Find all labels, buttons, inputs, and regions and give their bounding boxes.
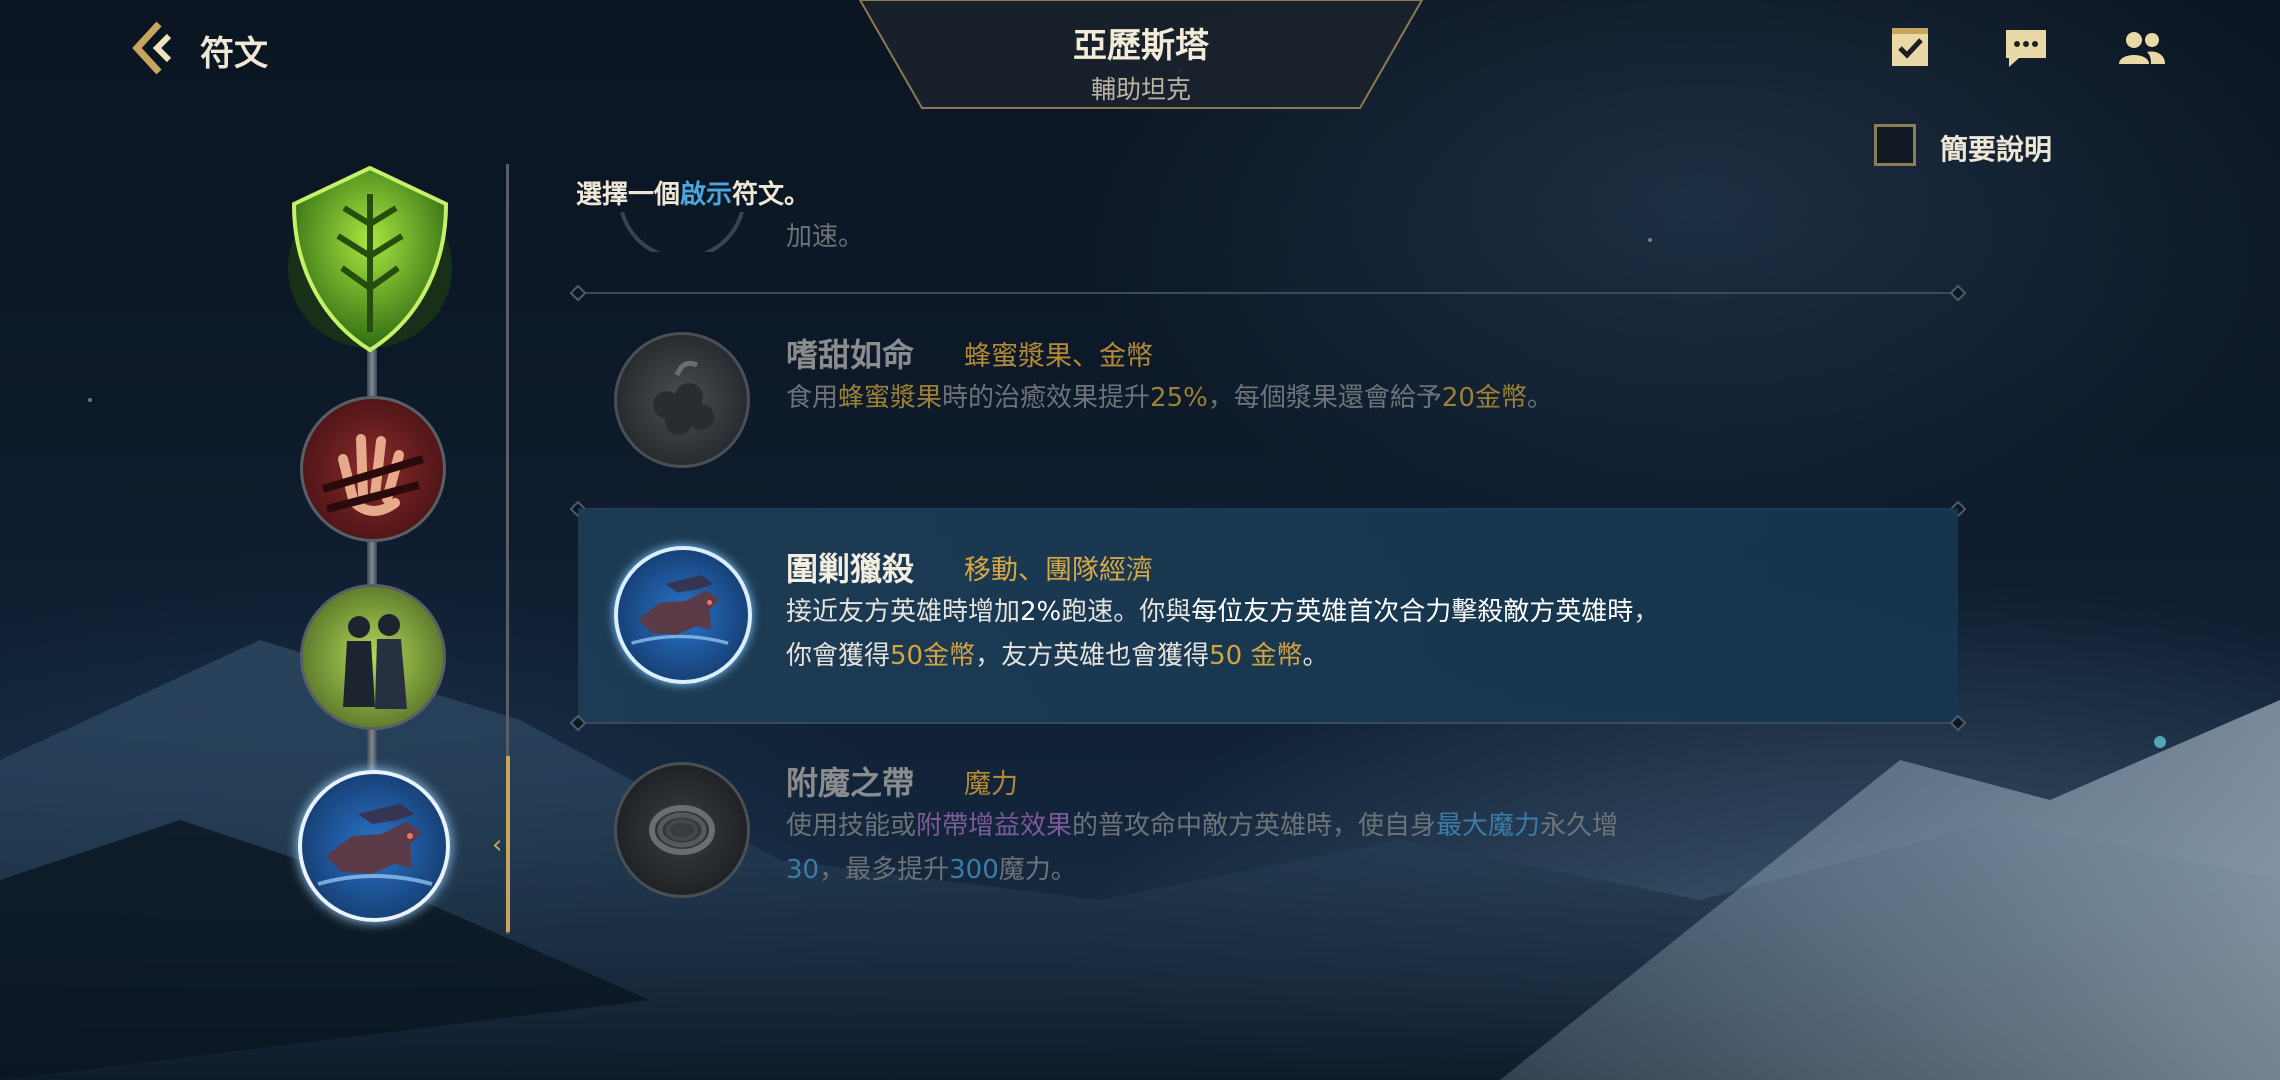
partial-rune-icon bbox=[618, 212, 746, 252]
rune-tags: 魔力 bbox=[964, 769, 1018, 800]
rune-slot-1[interactable] bbox=[300, 396, 446, 542]
rune-prompt: 選擇一個啟示符文。 bbox=[576, 174, 810, 211]
champion-role: 輔助坦克 bbox=[1090, 75, 1191, 104]
prompt-text-after: 符文。 bbox=[732, 180, 811, 210]
rune-description: 食用蜂蜜漿果時的治癒效果提升25%，每個漿果還會給予20金幣。 bbox=[786, 383, 1553, 413]
chat-button[interactable] bbox=[2000, 22, 2052, 74]
back-button[interactable] bbox=[128, 20, 184, 76]
friends-button[interactable] bbox=[2116, 22, 2168, 74]
rune-name: 附魔之帶 bbox=[786, 764, 915, 802]
quest-checklist-icon bbox=[1892, 28, 1928, 66]
resolve-tree-node[interactable] bbox=[282, 164, 458, 354]
resolve-shield-icon bbox=[288, 165, 452, 353]
partial-rune-desc: 加速。 bbox=[786, 222, 865, 252]
rune-option-row[interactable]: 嗜甜如命 蜂蜜漿果、金幣 食用蜂蜜漿果時的治癒效果提升25%，每個漿果還會給予2… bbox=[578, 294, 1958, 506]
prompt-highlight: 啟示 bbox=[680, 180, 733, 210]
rune-option-row-selected[interactable]: 圍剿獵殺 移動、團隊經濟 接近友方英雄時增加2%跑速。你與每位友方英雄首次合力擊… bbox=[578, 508, 1958, 722]
manaflow-band-icon bbox=[614, 762, 750, 898]
back-chevron-icon bbox=[132, 21, 172, 75]
rune-description: 使用技能或附帶增益效果的普攻命中敵方英雄時，使自身最大魔力永久增 30，最多提升… bbox=[786, 811, 1619, 885]
rune-tags: 移動、團隊經濟 bbox=[964, 555, 1153, 586]
summary-checkbox[interactable] bbox=[1874, 124, 1916, 166]
rune-slot-2[interactable] bbox=[300, 584, 446, 730]
summary-label: 簡要說明 bbox=[1940, 133, 2053, 166]
prompt-text-before: 選擇一個 bbox=[576, 180, 681, 210]
rune-description: 接近友方英雄時增加2%跑速。你與每位友方英雄首次合力擊殺敵方英雄時， 你會獲得5… bbox=[786, 597, 1660, 671]
allies-duo-icon bbox=[343, 614, 407, 709]
sweet-tooth-icon bbox=[614, 332, 750, 468]
chat-bubble-icon bbox=[2006, 30, 2046, 67]
page-title: 符文 bbox=[200, 34, 268, 74]
champion-name: 亞歷斯塔 bbox=[1073, 26, 1209, 66]
friends-icon bbox=[2119, 32, 2165, 64]
relentless-hunter-icon bbox=[614, 546, 752, 684]
hand-grasp-icon bbox=[321, 434, 425, 516]
selection-pointer-icon: ‹ bbox=[492, 830, 503, 860]
rune-slot-3-selected[interactable] bbox=[298, 770, 450, 922]
rune-tags: 蜂蜜漿果、金幣 bbox=[964, 341, 1153, 372]
active-row-indicator bbox=[506, 756, 510, 932]
partial-rune-row: 加速。 bbox=[578, 212, 1958, 252]
rune-name: 圍剿獵殺 bbox=[786, 550, 915, 588]
rune-option-row[interactable]: 附魔之帶 魔力 使用技能或附帶增益效果的普攻命中敵方英雄時，使自身最大魔力永久增… bbox=[578, 722, 1958, 934]
wolf-pack-icon bbox=[317, 804, 433, 886]
rune-name: 嗜甜如命 bbox=[786, 336, 915, 374]
quest-button[interactable] bbox=[1884, 22, 1936, 74]
